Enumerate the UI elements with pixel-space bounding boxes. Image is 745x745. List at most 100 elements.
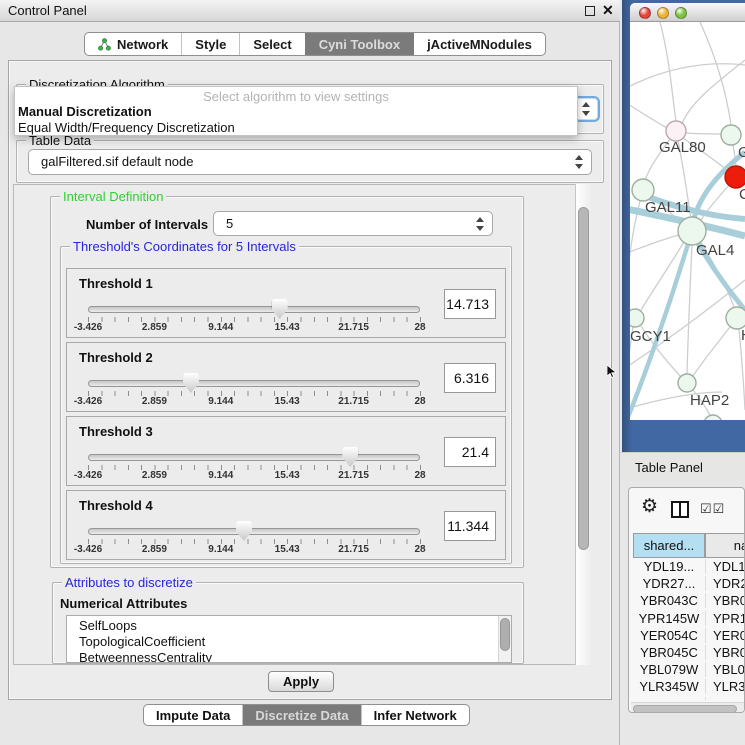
threshold-slider-thumb[interactable] — [183, 373, 199, 393]
table-row[interactable]: YDL19...YDL1 — [633, 559, 745, 576]
attributes-scrollbar-thumb[interactable] — [500, 618, 510, 651]
node-gal11[interactable] — [632, 179, 654, 201]
cell-shared-name: YBL079W — [633, 662, 705, 677]
number-of-intervals-combobox[interactable]: 5 — [213, 211, 493, 236]
column-header-name[interactable]: na — [705, 533, 745, 558]
table-row[interactable]: YER054CYER0 — [633, 628, 745, 645]
tab-label: Style — [195, 37, 226, 52]
node-label-partial-top: GA — [738, 144, 745, 161]
threshold-slider-track[interactable] — [88, 454, 420, 461]
tick-label: 2.859 — [142, 470, 167, 481]
threshold-value-field[interactable]: 6.316 — [444, 363, 496, 393]
tick-label: 15.43 — [275, 396, 300, 407]
threshold-value-field[interactable]: 21.4 — [444, 437, 496, 467]
tab-label: Network — [117, 37, 168, 52]
bottom-tab-impute-data[interactable]: Impute Data — [144, 705, 242, 725]
tick-label: -3.426 — [74, 322, 102, 333]
numerical-attributes-list: SelfLoopsTopologicalCoefficientBetweenne… — [66, 615, 512, 663]
close-icon[interactable]: ✕ — [602, 2, 614, 19]
select-columns-icon[interactable]: ☑☑ — [700, 501, 725, 517]
mac-close-icon[interactable] — [639, 7, 651, 19]
attribute-item-betweennesscentrality[interactable]: BetweennessCentrality — [79, 650, 511, 663]
threshold-label: Threshold 4 — [79, 498, 153, 513]
gear-icon[interactable]: ⚙ — [641, 497, 658, 516]
columns-icon[interactable] — [671, 501, 689, 518]
mac-minimize-icon[interactable] — [657, 7, 669, 19]
cell-shared-name: YDR27... — [633, 576, 705, 591]
tick-label: 21.715 — [338, 322, 369, 333]
threshold-slider-track[interactable] — [88, 306, 420, 313]
bottom-tab-infer-network[interactable]: Infer Network — [361, 705, 469, 725]
control-panel: Control Panel ✕ NetworkStyleSelectCyni T… — [0, 0, 620, 745]
threshold-slider-track[interactable] — [88, 528, 420, 535]
horizontal-scrollbar-thumb[interactable] — [633, 705, 737, 713]
float-window-icon[interactable] — [585, 6, 595, 16]
tab-select[interactable]: Select — [239, 33, 304, 55]
apply-button[interactable]: Apply — [268, 671, 334, 692]
node-red-selected[interactable] — [725, 166, 745, 188]
threshold-slider-track[interactable] — [88, 380, 420, 387]
tab-jactivemnodules[interactable]: jActiveMNodules — [413, 33, 545, 55]
tick-label: 15.43 — [275, 544, 300, 555]
number-of-intervals-label: Number of Intervals — [86, 217, 208, 232]
network-canvas[interactable]: GAL80 GA C GAL11 GAL4 GCY1 H HAP2 — [630, 22, 745, 420]
bottom-tab-discretize-data[interactable]: Discretize Data — [242, 705, 360, 725]
vertical-scrollbar-thumb[interactable] — [578, 207, 589, 550]
table-data-combobox[interactable]: galFiltered.sif default node — [28, 149, 592, 175]
node-gcy1[interactable] — [630, 309, 644, 327]
combo-stepper-icon — [582, 102, 591, 116]
mac-zoom-icon[interactable] — [675, 7, 687, 19]
node-partial-h[interactable] — [726, 307, 745, 329]
threshold-value-field[interactable]: 14.713 — [444, 289, 496, 319]
threshold-label: Threshold 2 — [79, 350, 153, 365]
cell-name: YLR3 — [705, 679, 745, 694]
tick-label: 21.715 — [338, 396, 369, 407]
node-partial-bottom[interactable] — [704, 415, 722, 420]
table-row[interactable]: YBR043CYBR0 — [633, 593, 745, 610]
horizontal-scrollbar[interactable] — [631, 702, 744, 713]
tick-label: -3.426 — [74, 396, 102, 407]
threshold-slider-thumb[interactable] — [236, 521, 252, 541]
table-row[interactable]: YDR27...YDR2 — [633, 576, 745, 593]
threshold-slider-thumb[interactable] — [342, 447, 358, 467]
cell-shared-name: YLR345W — [633, 679, 705, 694]
node-gal80[interactable] — [666, 121, 686, 141]
mouse-cursor — [607, 365, 617, 378]
table-row[interactable]: YBR045CYBR0 — [633, 645, 745, 662]
network-window-titlebar[interactable] — [630, 3, 745, 22]
threshold-label: Threshold 1 — [79, 276, 153, 291]
dropdown-option-equal-width-frequency-discretization[interactable]: Equal Width/Frequency Discretization — [18, 120, 235, 135]
table-row[interactable]: YLR345WYLR3 — [633, 679, 745, 696]
interval-definition-label: Interval Definition — [60, 189, 166, 204]
node-hap2[interactable] — [678, 374, 696, 392]
threshold-label: Threshold 3 — [79, 424, 153, 439]
tab-network[interactable]: Network — [85, 33, 181, 55]
threshold-slider-thumb[interactable] — [272, 299, 288, 319]
tab-style[interactable]: Style — [181, 33, 239, 55]
threshold-value-field[interactable]: 11.344 — [444, 511, 496, 541]
numerical-attributes-label: Numerical Attributes — [60, 596, 187, 611]
network-view-window[interactable]: GAL80 GA C GAL11 GAL4 GCY1 H HAP2 — [630, 3, 745, 420]
threshold-panel-3: Threshold 3-3.4262.8599.14415.4321.71528… — [66, 416, 506, 486]
attribute-item-selfloops[interactable]: SelfLoops — [79, 618, 511, 634]
cell-name: YER0 — [705, 628, 745, 643]
tab-cyni-toolbox[interactable]: Cyni Toolbox — [305, 33, 413, 55]
tick-label: 28 — [414, 544, 425, 555]
threshold-panel-4: Threshold 4-3.4262.8599.14415.4321.71528… — [66, 490, 506, 560]
table-row[interactable]: YIL053CYIL0 — [633, 697, 745, 700]
column-header-shared-name[interactable]: shared... — [633, 533, 705, 558]
table-rows: YDL19...YDL1YDR27...YDR2YBR043CYBR0YPR14… — [633, 559, 745, 700]
tab-label: jActiveMNodules — [427, 37, 532, 52]
table-row[interactable]: YPR145WYPR1 — [633, 611, 745, 628]
tick-label: -3.426 — [74, 470, 102, 481]
node-gal4[interactable] — [678, 217, 706, 245]
cell-name: YBR0 — [705, 593, 745, 608]
dropdown-option-manual-discretization[interactable]: Manual Discretization — [18, 104, 152, 119]
tick-label: 28 — [414, 470, 425, 481]
attribute-item-topologicalcoefficient[interactable]: TopologicalCoefficient — [79, 634, 511, 650]
table-panel-titlebar: Table Panel — [620, 452, 745, 481]
table-panel-title: Table Panel — [635, 460, 703, 475]
tick-label: 2.859 — [142, 396, 167, 407]
table-row[interactable]: YBL079WYBL0 — [633, 662, 745, 679]
node-partial-top[interactable] — [721, 125, 741, 145]
